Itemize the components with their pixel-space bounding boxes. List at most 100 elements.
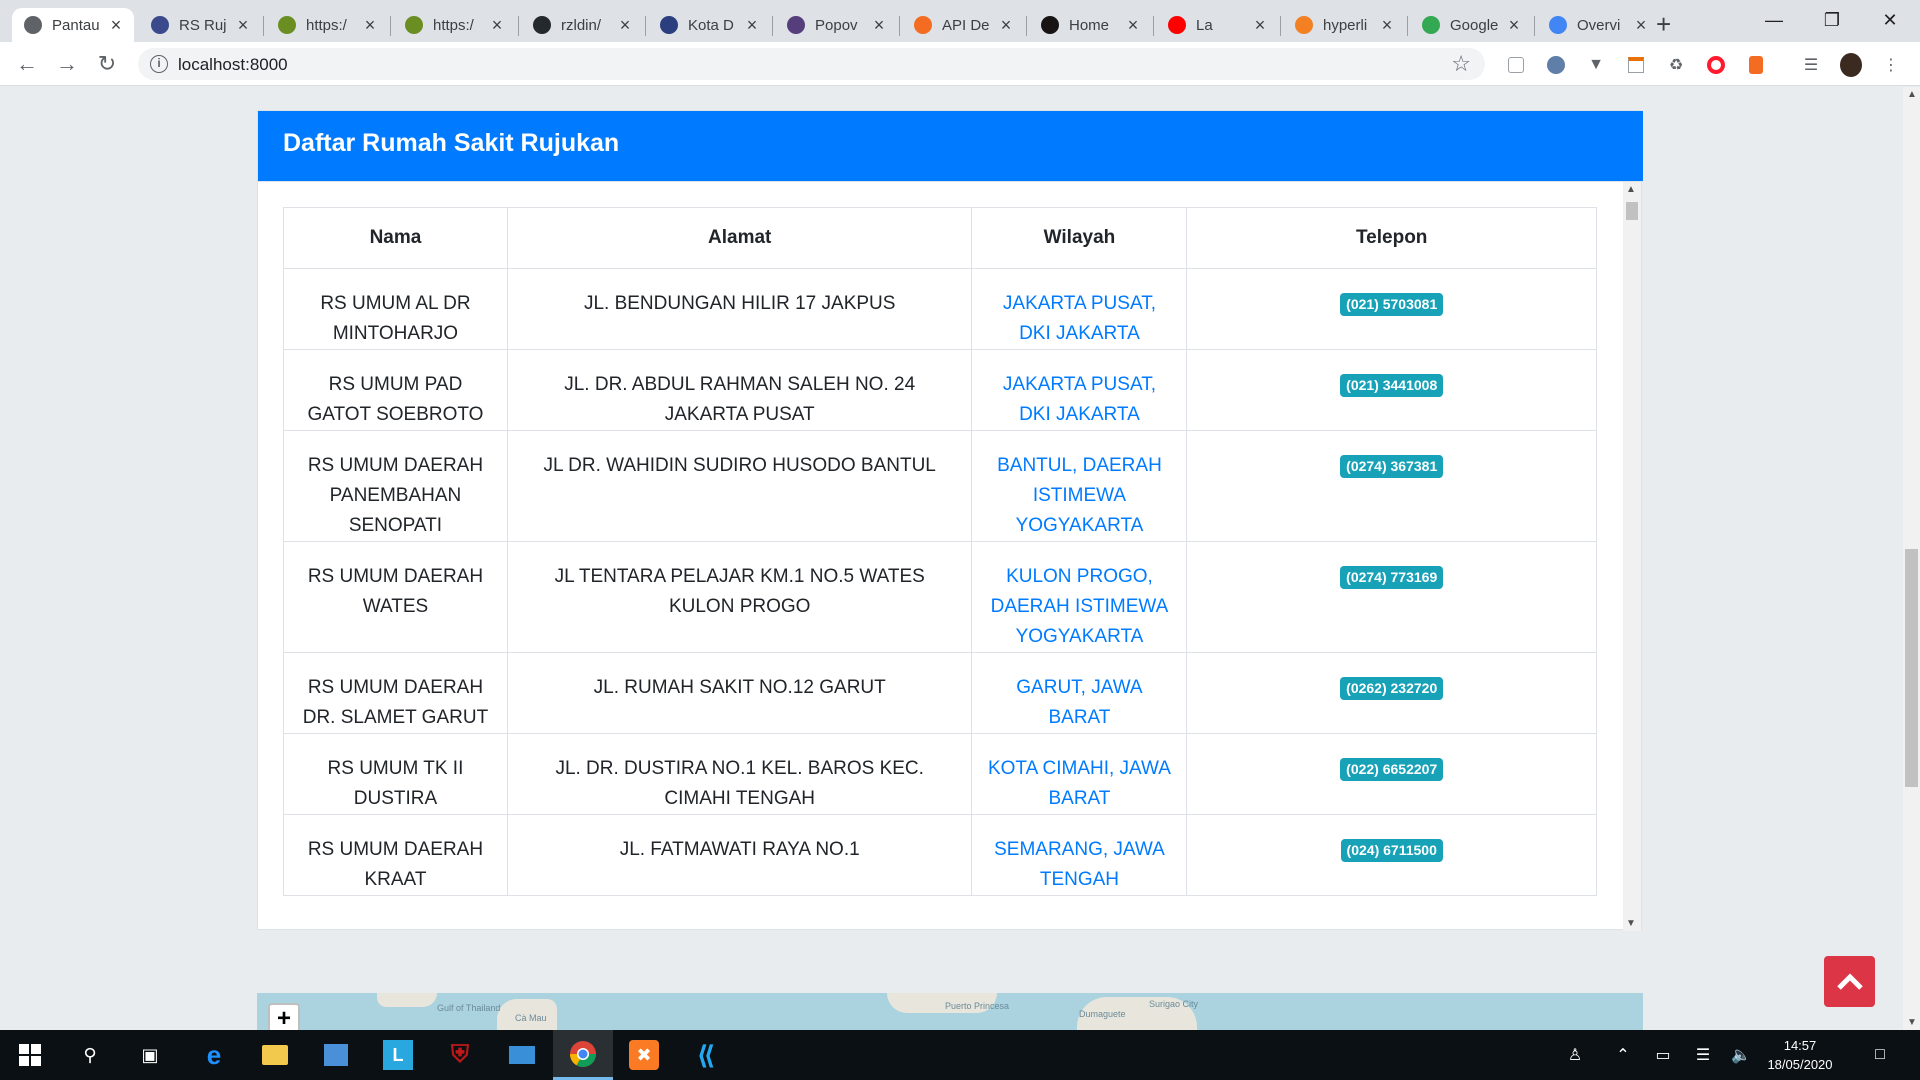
browser-tab[interactable]: API De ×	[902, 8, 1024, 42]
tab-close-icon[interactable]: ×	[617, 16, 633, 34]
page-scrollbar[interactable]: ▲ ▼	[1903, 87, 1920, 1030]
people-icon[interactable]: ♙	[1560, 1030, 1590, 1080]
taskbar-chrome[interactable]	[553, 1030, 613, 1080]
tray-chevron-up-icon[interactable]: ⌃	[1608, 1030, 1638, 1080]
address-bar[interactable]: i localhost:8000 ☆	[138, 48, 1485, 80]
cell-wilayah: KOTA CIMAHI, JAWA BARAT	[971, 733, 1188, 815]
table-row: RS UMUM PAD GATOT SOEBROTO JL. DR. ABDUL …	[283, 349, 1597, 431]
tab-close-icon[interactable]: ×	[1633, 16, 1649, 34]
search-button[interactable]: ⚲	[60, 1030, 120, 1080]
cell-telepon: (0274) 773169	[1186, 541, 1597, 653]
table-scrollbar-thumb[interactable]	[1626, 202, 1638, 220]
avast-icon[interactable]	[1745, 54, 1767, 76]
tab-close-icon[interactable]: ×	[744, 16, 760, 34]
taskbar-mcafee[interactable]: ⛨	[430, 1030, 490, 1080]
compass-icon[interactable]	[1545, 54, 1567, 76]
kebab-menu-icon[interactable]: ⋮	[1880, 54, 1902, 76]
minimize-icon[interactable]: —	[1746, 4, 1802, 36]
tab-close-icon[interactable]: ×	[1379, 16, 1395, 34]
browser-tab[interactable]: La ×	[1156, 8, 1278, 42]
recycle-icon[interactable]: ♻	[1665, 54, 1687, 76]
browser-tab[interactable]: Google ×	[1410, 8, 1532, 42]
cell-wilayah-text[interactable]: JAKARTA PUSAT, DKI JAKARTA	[1003, 374, 1156, 425]
pocket-icon[interactable]	[1505, 54, 1527, 76]
tab-title: La	[1196, 16, 1213, 34]
cell-telepon-text: (024) 6711500	[1340, 839, 1443, 862]
scroll-up-arrow-icon[interactable]: ▲	[1626, 184, 1636, 195]
table-scrollbar[interactable]: ▲ ▼	[1623, 182, 1641, 931]
browser-tab[interactable]: Kota D ×	[648, 8, 770, 42]
browser-tab[interactable]: RS Ruj ×	[139, 8, 261, 42]
tab-close-icon[interactable]: ×	[489, 16, 505, 34]
taskbar-vscode[interactable]: ⟪	[676, 1030, 736, 1080]
forward-arrow-icon[interactable]: →	[53, 50, 81, 78]
page-scrollbar-thumb[interactable]	[1905, 549, 1918, 787]
new-tab-button[interactable]: +	[1656, 9, 1671, 40]
browser-tab[interactable]: hyperli ×	[1283, 8, 1405, 42]
browser-tab[interactable]: https:/ ×	[266, 8, 388, 42]
cell-wilayah-text[interactable]: SEMARANG, JAWA TENGAH	[994, 839, 1165, 890]
vee-icon[interactable]: ▼	[1585, 54, 1607, 76]
page-scroll-down-icon[interactable]: ▼	[1907, 1017, 1917, 1028]
volume-icon[interactable]: 🔈	[1726, 1030, 1756, 1080]
cell-nama-text: RS UMUM DAERAH WATES	[307, 566, 484, 617]
cell-wilayah-text[interactable]: GARUT, JAWA BARAT	[1016, 677, 1142, 728]
tab-close-icon[interactable]: ×	[1252, 16, 1268, 34]
taskbar-edge[interactable]: e	[184, 1030, 244, 1080]
notifications-icon[interactable]: □	[1862, 1030, 1898, 1080]
tab-title: Kota D	[688, 16, 734, 34]
battery-icon[interactable]: ▭	[1648, 1030, 1678, 1080]
cell-telepon: (022) 6652207	[1186, 733, 1597, 815]
taskbar-app-l[interactable]: L	[368, 1030, 428, 1080]
tab-close-icon[interactable]: ×	[871, 16, 887, 34]
browser-tab[interactable]: https:/ ×	[393, 8, 515, 42]
page-scroll-up-icon[interactable]: ▲	[1907, 89, 1917, 100]
back-arrow-icon[interactable]: ←	[13, 50, 41, 78]
table-scroll-area[interactable]: Nama Alamat Wilayah Telepon RS UMUM AL D…	[258, 182, 1643, 931]
tab-close-icon[interactable]: ×	[362, 16, 378, 34]
bookmark-star-icon[interactable]: ☆	[1451, 51, 1471, 77]
map-zoom-in-button[interactable]: +	[268, 1003, 300, 1030]
taskbar-file-explorer[interactable]	[245, 1030, 305, 1080]
tab-title: https:/	[433, 16, 474, 34]
cell-wilayah-text[interactable]: JAKARTA PUSAT, DKI JAKARTA	[1003, 293, 1156, 344]
map-view[interactable]: Gulf of Thailand Cà Mau Puerto Princesa …	[257, 993, 1643, 1030]
browser-tab[interactable]: Popov ×	[775, 8, 897, 42]
site-info-icon[interactable]: i	[150, 55, 168, 73]
restore-icon[interactable]: ❐	[1804, 4, 1860, 36]
back-to-top-button[interactable]	[1824, 956, 1875, 1007]
url-text[interactable]: localhost:8000	[178, 55, 288, 75]
browser-tab[interactable]: Overvi ×	[1537, 8, 1659, 42]
shield-logo-icon	[660, 16, 678, 34]
window-close-icon[interactable]: ✕	[1862, 4, 1918, 36]
scroll-down-arrow-icon[interactable]: ▼	[1626, 918, 1636, 929]
browser-tab[interactable]: Home ×	[1029, 8, 1151, 42]
start-button[interactable]	[0, 1030, 60, 1080]
tab-title: Overvi	[1577, 16, 1621, 34]
column-header-wilayah: Wilayah	[971, 207, 1188, 269]
cell-wilayah-text[interactable]: KULON PROGO, DAERAH ISTIMEWA YOGYAKARTA	[991, 566, 1169, 647]
reload-icon[interactable]: ↻	[93, 50, 121, 78]
cell-wilayah-text[interactable]: KOTA CIMAHI, JAWA BARAT	[988, 758, 1171, 809]
map-label: Gulf of Thailand	[437, 1003, 501, 1013]
wifi-icon[interactable]: ☰	[1688, 1030, 1718, 1080]
opera-icon[interactable]	[1705, 54, 1727, 76]
tab-close-icon[interactable]: ×	[108, 16, 124, 34]
taskbar-xampp[interactable]: ✖	[614, 1030, 674, 1080]
tab-close-icon[interactable]: ×	[1506, 16, 1522, 34]
tab-close-icon[interactable]: ×	[998, 16, 1014, 34]
taskbar-clock[interactable]: 14:57 18/05/2020	[1760, 1036, 1840, 1074]
chrome-icon	[569, 1040, 597, 1067]
tab-close-icon[interactable]: ×	[1125, 16, 1141, 34]
cell-wilayah-text[interactable]: BANTUL, DAERAH ISTIMEWA YOGYAKARTA	[997, 455, 1162, 536]
browser-tab[interactable]: Pantau ×	[12, 8, 134, 42]
media-queue-icon[interactable]: ☰	[1800, 54, 1822, 76]
browser-tab[interactable]: rzldin/ ×	[521, 8, 643, 42]
tab-close-icon[interactable]: ×	[235, 16, 251, 34]
profile-avatar-icon[interactable]	[1840, 53, 1862, 77]
cell-alamat-text: JL. DR. DUSTIRA NO.1 KEL. BAROS KEC. CIM…	[555, 758, 924, 809]
calendar-icon[interactable]	[1625, 54, 1647, 76]
taskbar-mail[interactable]	[492, 1030, 552, 1080]
task-view-button[interactable]: ▣	[120, 1030, 180, 1080]
taskbar-store[interactable]	[306, 1030, 366, 1080]
